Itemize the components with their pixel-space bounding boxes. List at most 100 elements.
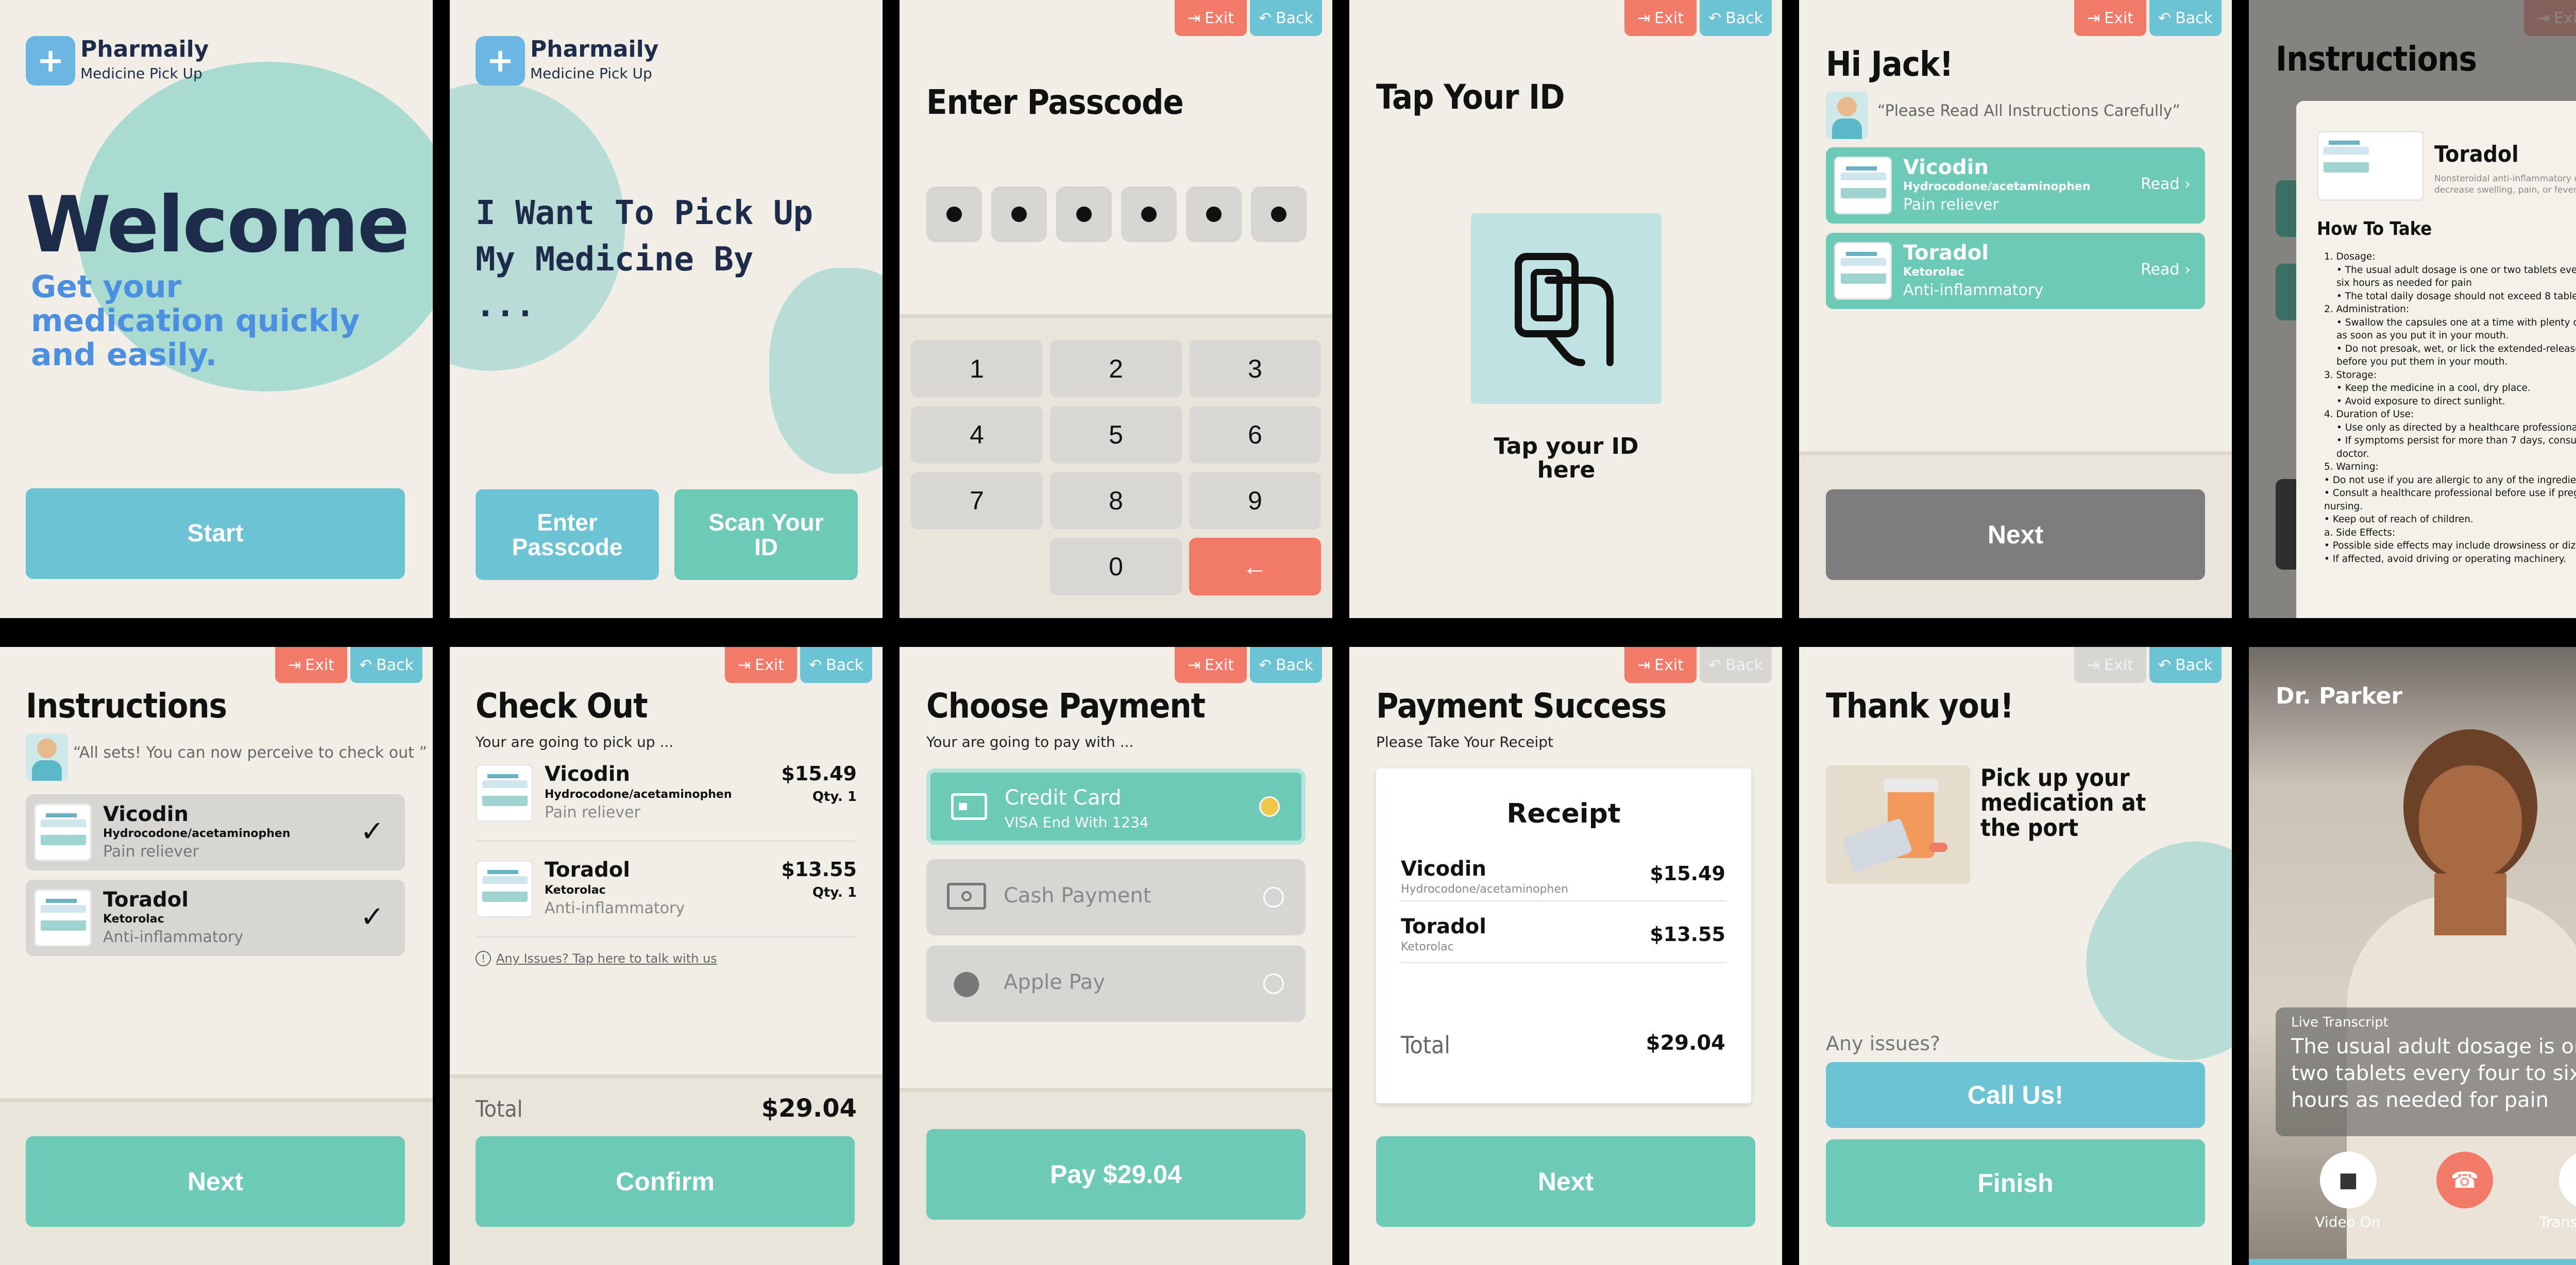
- key-6[interactable]: 6: [1189, 406, 1321, 464]
- exit-icon: ⇥: [288, 656, 301, 674]
- medication-illustration: [1826, 765, 1970, 884]
- option-label: Credit Card: [1005, 786, 1122, 810]
- page-subtitle: Your are going to pick up ...: [476, 733, 674, 750]
- back-button[interactable]: ↶ Back: [2149, 647, 2222, 683]
- read-link[interactable]: Read ›: [2141, 261, 2191, 279]
- toradol-image: [2317, 131, 2424, 201]
- item-price: $15.49: [781, 762, 857, 785]
- screen-instructions-done: ⇥ Exit ↶ Back Instructions “All sets! You …: [0, 647, 433, 1265]
- key-7[interactable]: 7: [911, 472, 1043, 529]
- screen-thank-you: ⇥ Exit ↶ Back Thank you! Pick up your medi…: [1799, 647, 2232, 1265]
- exit-button[interactable]: ⇥Exit: [1175, 0, 1247, 36]
- page-title: Choose Payment: [926, 686, 1206, 726]
- key-1[interactable]: 1: [911, 340, 1043, 398]
- toradol-image: [476, 860, 533, 918]
- id-card-tap-icon[interactable]: [1471, 213, 1662, 404]
- page-title: Tap Your ID: [1376, 77, 1565, 117]
- undo-icon: ↶: [1708, 9, 1722, 27]
- payment-option-card[interactable]: Credit Card VISA End With 1234: [926, 768, 1306, 845]
- tap-hint: Tap your ID here: [1494, 433, 1639, 484]
- info-icon: !: [476, 951, 491, 966]
- step-line: 2. Administration:: [2324, 304, 2410, 315]
- end-call-icon[interactable]: ☎: [2436, 1152, 2493, 1208]
- step-line: • Do not use if you are allergic to any …: [2324, 474, 2576, 486]
- exit-button[interactable]: ⇥Exit: [1624, 0, 1697, 36]
- page-title: Instructions: [26, 686, 227, 726]
- exit-icon: ⇥: [1188, 656, 1201, 674]
- page-subtitle: Your are going to pay with ...: [926, 733, 1134, 750]
- exit-icon: ⇥: [2087, 656, 2100, 674]
- radio-unselected[interactable]: [1263, 973, 1284, 994]
- exit-button[interactable]: ⇥Exit: [2074, 0, 2146, 36]
- back-button[interactable]: ↶ Back: [1250, 0, 1322, 36]
- step-line: • Do not presoak, wet, or lick the exten…: [2336, 343, 2576, 368]
- med-card-toradol[interactable]: Toradol Ketorolac Anti-inflammatory Read…: [1826, 233, 2205, 309]
- item-price: $13.55: [781, 858, 857, 881]
- back-button[interactable]: ↶ Back: [1700, 0, 1772, 36]
- confirm-button[interactable]: Confirm: [476, 1136, 855, 1227]
- step-line: • If affected, avoid driving or operatin…: [2324, 553, 2566, 565]
- payment-option-apple[interactable]: ● Apple Pay: [926, 946, 1306, 1022]
- key-5[interactable]: 5: [1050, 406, 1182, 464]
- step-line: • Possible side effects may include drow…: [2324, 540, 2576, 552]
- radio-selected[interactable]: [1259, 796, 1280, 817]
- back-button[interactable]: ↶ Back: [350, 647, 422, 683]
- issues-link[interactable]: ! Any Issues? Tap here to talk with us: [476, 951, 717, 966]
- enter-passcode-button[interactable]: Enter Passcode: [476, 489, 659, 580]
- exit-button[interactable]: ⇥Exit: [725, 647, 797, 683]
- backspace-button[interactable]: ←: [1189, 538, 1321, 595]
- pay-button[interactable]: Pay $29.04: [926, 1129, 1306, 1220]
- back-button[interactable]: ↶ Back: [1700, 647, 1772, 683]
- start-button[interactable]: Start: [26, 488, 405, 579]
- line-item: Vicodin Hydrocodone/acetaminophen Pain r…: [476, 759, 857, 842]
- med-card-vicodin[interactable]: Vicodin Hydrocodone/acetaminophen Pain r…: [26, 794, 405, 870]
- passcode-dot: [1251, 186, 1307, 242]
- med-card-vicodin[interactable]: Vicodin Hydrocodone/acetaminophen Pain r…: [1826, 147, 2205, 224]
- cash-icon: [947, 883, 986, 910]
- call-us-button[interactable]: Call Us!: [1826, 1062, 2205, 1128]
- exit-button[interactable]: ⇥Exit: [1624, 647, 1697, 683]
- receipt-item-price: $15.49: [1650, 862, 1725, 885]
- receipt-item-name: Vicodin: [1401, 857, 1486, 881]
- undo-icon: ↶: [359, 656, 372, 674]
- ready-quote: “All sets! You can now perceive to check…: [73, 744, 427, 762]
- issues-label: Any issues?: [1826, 1032, 1941, 1055]
- key-4[interactable]: 4: [911, 406, 1043, 464]
- option-detail: VISA End With 1234: [1005, 814, 1149, 831]
- step-line: 4. Duration of Use:: [2324, 409, 2414, 420]
- receipt-item-generic: Ketorolac: [1401, 941, 1454, 953]
- read-link[interactable]: Read ›: [2141, 175, 2191, 193]
- exit-button[interactable]: ⇥Exit: [1175, 647, 1247, 683]
- key-3[interactable]: 3: [1189, 340, 1321, 398]
- med-generic: Hydrocodone/acetaminophen: [1903, 180, 2091, 193]
- med-card-toradol[interactable]: Toradol Ketorolac Anti-inflammatory ✓: [26, 880, 405, 956]
- video-camera-icon[interactable]: ■: [2320, 1152, 2377, 1208]
- key-0[interactable]: 0: [1050, 538, 1182, 595]
- step-line: • Swallow the capsules one at a time wit…: [2336, 317, 2576, 341]
- payment-option-cash[interactable]: Cash Payment: [926, 859, 1306, 935]
- key-8[interactable]: 8: [1050, 472, 1182, 529]
- passcode-dot: [1186, 186, 1242, 242]
- line-item: Toradol Ketorolac Anti-inflammatory $13.…: [476, 855, 857, 937]
- screen-payment-success: ⇥ Exit ↶ Back Payment Success Please Take …: [1349, 647, 1782, 1265]
- kiosk-flow-grid: + Pharmaily Medicine Pick Up Welcome Get…: [0, 0, 2576, 1265]
- next-button[interactable]: Next: [1376, 1136, 1755, 1227]
- screen-pickup-method: + Pharmaily Medicine Pick Up I Want To P…: [450, 0, 883, 618]
- back-button[interactable]: ↶ Back: [1250, 647, 1322, 683]
- toradol-image: [34, 889, 92, 947]
- apple-icon: ●: [952, 963, 981, 1001]
- back-button[interactable]: ↶ Back: [2149, 0, 2222, 36]
- next-button[interactable]: Next: [1826, 489, 2205, 580]
- exit-button[interactable]: ⇥Exit: [275, 647, 347, 683]
- finish-button[interactable]: Finish: [1826, 1139, 2205, 1227]
- scan-id-button[interactable]: Scan Your ID: [674, 489, 858, 580]
- key-9[interactable]: 9: [1189, 472, 1321, 529]
- back-button[interactable]: ↶ Back: [800, 647, 872, 683]
- modal-drug-desc: Nonsteroidal anti-inflammatory drug decr…: [2434, 174, 2576, 196]
- key-2[interactable]: 2: [1050, 340, 1182, 398]
- next-button[interactable]: Next: [26, 1136, 405, 1227]
- step-line: 3. Storage:: [2324, 369, 2377, 381]
- exit-button[interactable]: ⇥Exit: [2074, 647, 2146, 683]
- transcript-label: Live Transcript: [2291, 1015, 2388, 1030]
- radio-unselected[interactable]: [1263, 887, 1284, 908]
